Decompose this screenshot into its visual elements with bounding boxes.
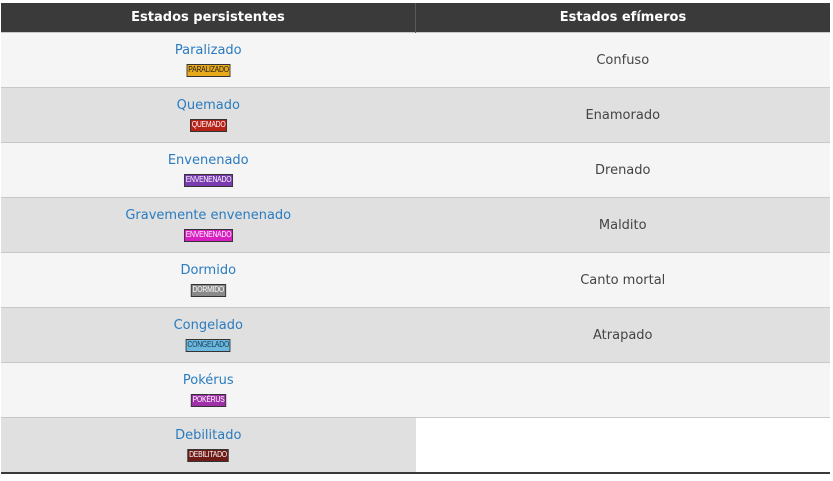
table-row: Pokérus POKÉRUS	[1, 362, 830, 418]
table-row: Debilitado DEBILITADO	[1, 417, 830, 474]
status-link-debilitado[interactable]: Debilitado	[175, 428, 241, 444]
status-badge-envenenado: ENVENENADO	[183, 174, 233, 187]
status-badge-quemado: QUEMADO	[189, 119, 227, 132]
ephemeral-cell-empty	[415, 417, 830, 474]
table-row: Quemado QUEMADO Enamorado	[1, 87, 830, 143]
status-link-envenenado[interactable]: Envenenado	[168, 153, 249, 169]
table-row: Congelado CONGELADO Atrapado	[1, 307, 830, 363]
status-badge-dormido: DORMIDO	[190, 284, 226, 297]
persistent-cell: Dormido DORMIDO	[1, 252, 416, 308]
status-badge-paralizado: PARALIZADO	[186, 64, 231, 77]
ephemeral-status-confuso: Confuso	[596, 52, 650, 68]
ephemeral-status-canto-mortal: Canto mortal	[580, 272, 666, 288]
status-link-congelado[interactable]: Congelado	[174, 318, 243, 334]
ephemeral-cell: Confuso	[415, 32, 830, 88]
ephemeral-cell: Maldito	[415, 197, 830, 253]
persistent-cell: Congelado CONGELADO	[1, 307, 416, 363]
status-link-paralizado[interactable]: Paralizado	[175, 43, 242, 59]
header-persistent: Estados persistentes	[1, 3, 416, 33]
persistent-cell: Debilitado DEBILITADO	[1, 417, 416, 474]
status-badge-gravemente-envenenado: ENVENENADO	[183, 229, 233, 242]
ephemeral-status-maldito: Maldito	[598, 217, 647, 233]
status-link-gravemente-envenenado[interactable]: Gravemente envenenado	[125, 208, 291, 224]
status-link-quemado[interactable]: Quemado	[177, 98, 240, 114]
ephemeral-status-enamorado: Enamorado	[585, 107, 661, 123]
status-badge-pokerus: POKÉRUS	[190, 394, 226, 407]
status-badge-debilitado: DEBILITADO	[187, 449, 229, 462]
ephemeral-status-drenado: Drenado	[595, 162, 651, 178]
persistent-cell: Pokérus POKÉRUS	[1, 362, 416, 418]
ephemeral-cell: Drenado	[415, 142, 830, 198]
ephemeral-cell-empty	[415, 362, 830, 418]
header-ephemeral: Estados efímeros	[415, 3, 830, 33]
table-row: Dormido DORMIDO Canto mortal	[1, 252, 830, 308]
ephemeral-cell: Enamorado	[415, 87, 830, 143]
ephemeral-status-atrapado: Atrapado	[593, 327, 653, 343]
status-table: Estados persistentes Estados efímeros Pa…	[1, 3, 830, 474]
status-table-container: Estados persistentes Estados efímeros Pa…	[0, 0, 833, 474]
table-row: Envenenado ENVENENADO Drenado	[1, 142, 830, 198]
persistent-cell: Paralizado PARALIZADO	[1, 32, 416, 88]
status-link-pokerus[interactable]: Pokérus	[183, 373, 234, 389]
status-link-dormido[interactable]: Dormido	[180, 263, 236, 279]
table-row: Paralizado PARALIZADO Confuso	[1, 32, 830, 88]
ephemeral-cell: Canto mortal	[415, 252, 830, 308]
persistent-cell: Envenenado ENVENENADO	[1, 142, 416, 198]
table-header-row: Estados persistentes Estados efímeros	[1, 3, 830, 33]
persistent-cell: Quemado QUEMADO	[1, 87, 416, 143]
status-badge-congelado: CONGELADO	[185, 339, 231, 352]
persistent-cell: Gravemente envenenado ENVENENADO	[1, 197, 416, 253]
ephemeral-cell: Atrapado	[415, 307, 830, 363]
table-row: Gravemente envenenado ENVENENADO Maldito	[1, 197, 830, 253]
